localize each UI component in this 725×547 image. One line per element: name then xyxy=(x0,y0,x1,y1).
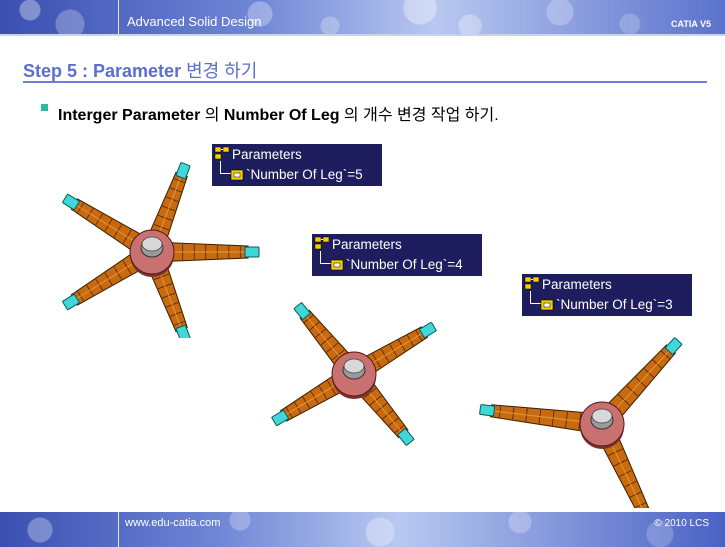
chair-base-3-legs-model[interactable] xyxy=(476,318,696,508)
chair-base-4-legs-model[interactable] xyxy=(268,272,468,452)
parameters-tree-icon xyxy=(524,276,540,290)
parameters-label: Parameters xyxy=(332,237,402,252)
header-title: Advanced Solid Design xyxy=(127,14,262,29)
footer-copyright: © 2010 LCS xyxy=(654,518,709,529)
chair-hub xyxy=(129,229,175,277)
parameter-value[interactable]: `Number Of Leg`=4 xyxy=(346,257,463,272)
caster-foot xyxy=(175,162,191,180)
parameters-panel-4: Parameters `Number Of Leg`=4 xyxy=(312,234,482,276)
chair-hub xyxy=(331,351,377,399)
bullet-part-2: 의 xyxy=(200,107,224,124)
footer-decoration xyxy=(0,512,725,547)
caster-foot xyxy=(244,246,260,258)
page-title-suffix: 변경 하기 xyxy=(181,61,258,81)
page-title-prefix: Step 5 : Parameter xyxy=(23,61,182,81)
parameters-panel-3: Parameters `Number Of Leg`=3 xyxy=(522,274,692,316)
caster-foot xyxy=(479,404,496,417)
header-underline xyxy=(0,34,725,36)
title-rule xyxy=(23,81,707,83)
footer-url: www.edu-catia.com xyxy=(125,517,221,529)
header-decoration xyxy=(0,0,725,34)
bullet-square-icon xyxy=(41,104,48,111)
bullet-part-3: Number Of Leg xyxy=(223,107,340,124)
parameters-label: Parameters xyxy=(542,277,612,292)
footer-banner: www.edu-catia.com © 2010 LCS xyxy=(0,512,725,547)
header-banner: Advanced Solid Design CATIA V5 xyxy=(0,0,725,34)
header-brand: CATIA V5 xyxy=(670,19,711,29)
parameter-value-icon xyxy=(330,259,344,271)
parameters-tree-icon xyxy=(314,236,330,250)
parameter-value[interactable]: `Number Of Leg`=3 xyxy=(556,297,673,312)
bullet-text: Interger Parameter 의 Number Of Leg 의 개수 … xyxy=(58,101,499,125)
chair-base-5-legs-model[interactable] xyxy=(40,128,280,338)
footer-divider xyxy=(118,512,119,547)
bullet-part-4: 의 개수 변경 작업 하기. xyxy=(339,107,499,124)
parameter-value-icon xyxy=(540,299,554,311)
bullet-part-1: Interger Parameter xyxy=(58,107,201,124)
chair-hub xyxy=(579,401,625,449)
page-title: Step 5 : Parameter 변경 하기 xyxy=(23,57,257,83)
header-divider xyxy=(118,0,119,34)
